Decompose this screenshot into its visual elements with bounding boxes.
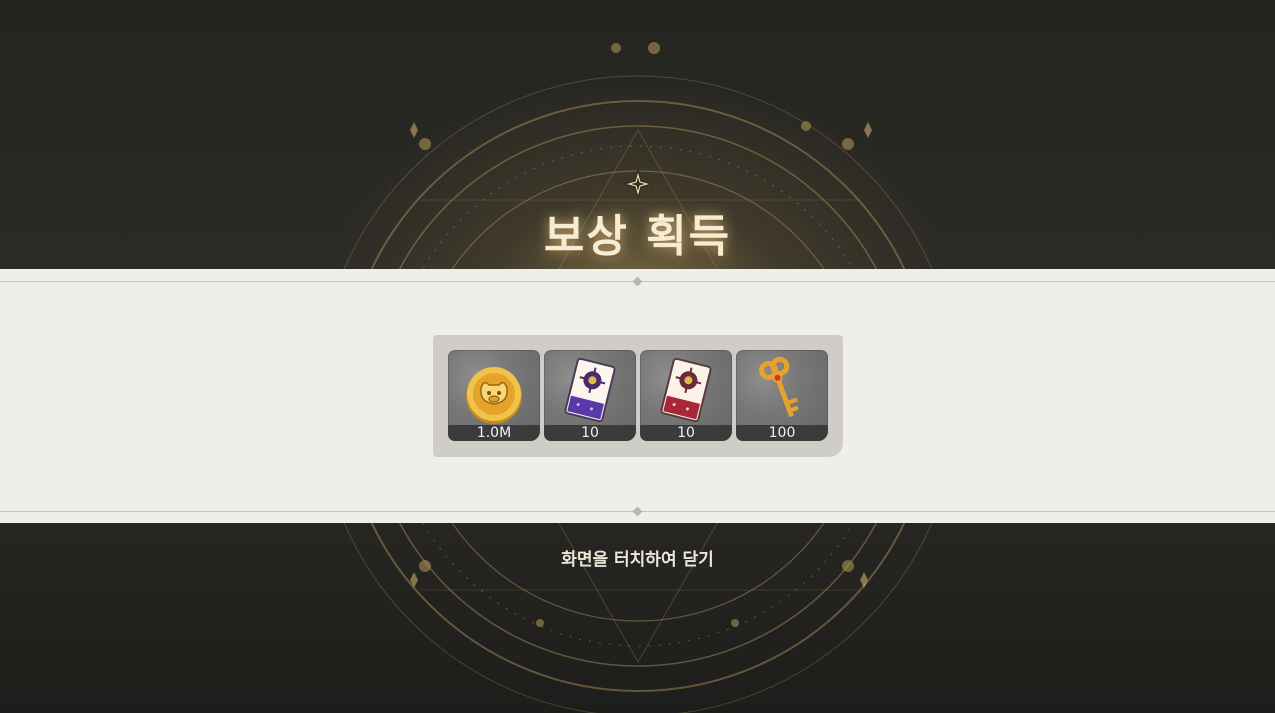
reward-screen[interactable]: 보상 획득 1.0M 10 10 100 화면을 터치하여 닫기 — [0, 0, 1275, 713]
reward-list: 1.0M 10 10 100 — [433, 335, 843, 457]
reward-count: 100 — [736, 425, 828, 441]
page-title: 보상 획득 — [543, 211, 732, 262]
reward-slot-gold[interactable]: 1.0M — [448, 350, 540, 441]
divider-diamond-icon — [632, 506, 643, 517]
tap-to-close-hint[interactable]: 화면을 터치하여 닫기 — [0, 545, 1275, 570]
purple-card-ticket-icon — [564, 357, 616, 423]
divider-diamond-icon — [632, 276, 643, 287]
reward-count: 1.0M — [448, 425, 540, 441]
golden-key-icon — [758, 356, 799, 418]
reward-banner: 1.0M 10 10 100 — [0, 269, 1275, 523]
sparkle-star-icon — [622, 168, 654, 200]
reward-count: 10 — [544, 425, 636, 441]
red-card-ticket-icon — [660, 357, 712, 423]
reward-slot-golden-key[interactable]: 100 — [736, 350, 828, 441]
reward-slot-red-card[interactable]: 10 — [640, 350, 732, 441]
reward-count: 10 — [640, 425, 732, 441]
gold-coin-icon — [466, 367, 522, 424]
reward-slot-purple-card[interactable]: 10 — [544, 350, 636, 441]
